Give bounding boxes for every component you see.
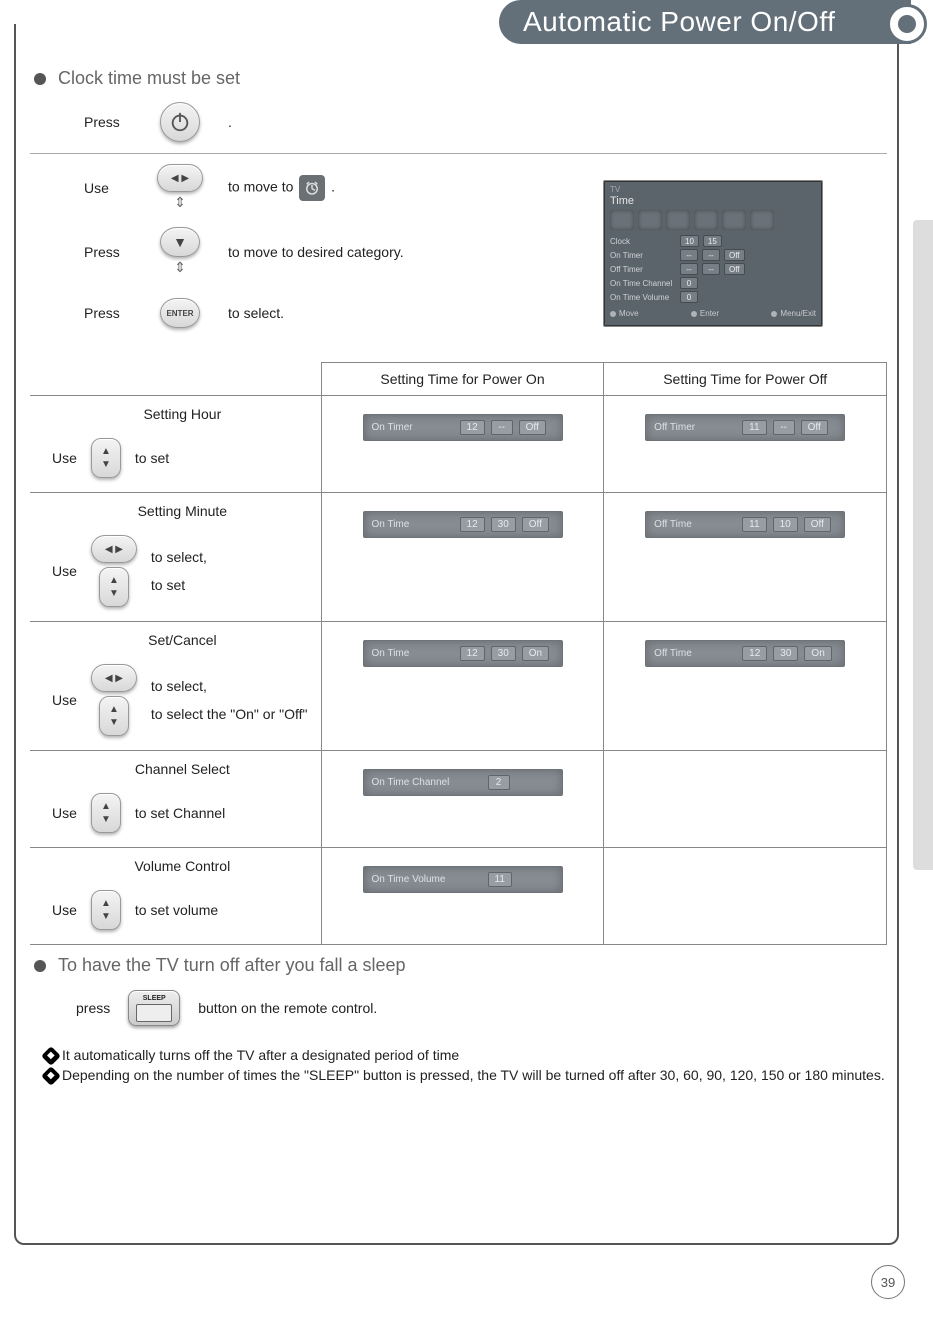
table-row: Setting Minute Use ◀ ▶ ▲▼ to select, to … (30, 493, 887, 622)
col-power-off: Setting Time for Power Off (604, 363, 887, 396)
step-verb: Press (30, 244, 140, 260)
row-title: Channel Select (52, 761, 313, 777)
bullet-icon (34, 960, 46, 972)
power-button-icon (160, 102, 200, 142)
osd-title: Time (610, 195, 816, 207)
col-power-on: Setting Time for Power On (321, 363, 604, 396)
row-title: Setting Hour (52, 406, 313, 422)
menu-icon (638, 210, 662, 230)
menu-icon (694, 210, 718, 230)
bullet-icon (34, 73, 46, 85)
osd-time-menu: TV Time Clock 10 15 On Timer -- -- Off O… (603, 180, 823, 327)
side-tab (913, 220, 933, 870)
up-down-button-icon: ▲▼ (99, 696, 129, 736)
step-verb: Press (30, 305, 140, 321)
page-content: Clock time must be set Press . Use ◀ ▶ ⇕… (30, 60, 887, 1233)
diamond-bullet-icon: ◆ (41, 1066, 61, 1086)
sleep-press-label: press (76, 1000, 110, 1016)
time-menu-icon (299, 175, 325, 201)
sleep-button-icon: SLEEP (128, 990, 180, 1026)
table-row: Set/Cancel Use ◀ ▶ ▲▼ to select, to sele… (30, 622, 887, 751)
menu-icon (750, 210, 774, 230)
header-circle-icon (887, 4, 927, 44)
settings-table: Setting Time for Power On Setting Time f… (30, 362, 887, 945)
osd-on-time-channel-strip: On Time Channel 2 (363, 769, 563, 796)
menu-icon (722, 210, 746, 230)
step-verb: Press (30, 114, 140, 130)
up-down-button-icon: ▲▼ (91, 890, 121, 930)
step-verb: Use (30, 180, 140, 196)
section-sleep-heading: To have the TV turn off after you fall a… (34, 955, 887, 976)
up-down-button-icon: ▲▼ (91, 793, 121, 833)
down-button-icon: ▼ (160, 227, 200, 257)
header-banner: Automatic Power On/Off (0, 0, 933, 48)
row-title: Volume Control (52, 858, 313, 874)
osd-off-time-strip: Off Time 11 10 Off (645, 511, 845, 538)
diamond-bullet-icon: ◆ (41, 1046, 61, 1066)
sleep-notes: ◆ It automatically turns off the TV afte… (30, 1040, 887, 1085)
up-down-button-icon: ▲▼ (91, 438, 121, 478)
enter-button-icon: ENTER (160, 298, 200, 328)
row-title: Setting Minute (52, 503, 313, 519)
step-text: . (220, 114, 887, 130)
page-number: 39 (871, 1265, 905, 1299)
osd-off-time-strip: Off Time 12 30 On (645, 640, 845, 667)
section-sleep-title: To have the TV turn off after you fall a… (58, 955, 406, 976)
osd-on-timer-strip: On Timer 12 -- Off (363, 414, 563, 441)
row-title: Set/Cancel (52, 632, 313, 648)
left-right-buttons-icon: ◀ ▶ (91, 535, 137, 563)
menu-icon (610, 210, 634, 230)
sleep-section: To have the TV turn off after you fall a… (30, 955, 887, 1085)
down-arrow-icon: ⇕ (174, 194, 186, 211)
osd-menu-icons (610, 210, 816, 230)
left-right-buttons-icon: ◀ ▶ (157, 164, 203, 192)
page-title: Automatic Power On/Off (499, 0, 911, 44)
up-down-button-icon: ▲▼ (99, 567, 129, 607)
table-row: Setting Hour Use ▲▼ to set On Timer 12 -… (30, 396, 887, 493)
section-clock-heading: Clock time must be set (34, 68, 887, 89)
section-clock-title: Clock time must be set (58, 68, 240, 89)
osd-small-title: TV (610, 185, 816, 194)
osd-on-time-strip: On Time 12 30 On (363, 640, 563, 667)
down-arrow-icon: ⇕ (174, 259, 186, 276)
table-row: Channel Select Use ▲▼ to set Channel On … (30, 751, 887, 848)
table-row: Volume Control Use ▲▼ to set volume On T… (30, 848, 887, 945)
osd-on-time-volume-strip: On Time Volume 11 (363, 866, 563, 893)
step-row: Press . (30, 93, 887, 151)
sleep-after-text: button on the remote control. (198, 1000, 377, 1016)
menu-icon (666, 210, 690, 230)
osd-off-timer-strip: Off Timer 11 -- Off (645, 414, 845, 441)
left-right-buttons-icon: ◀ ▶ (91, 664, 137, 692)
osd-on-time-strip: On Time 12 30 Off (363, 511, 563, 538)
